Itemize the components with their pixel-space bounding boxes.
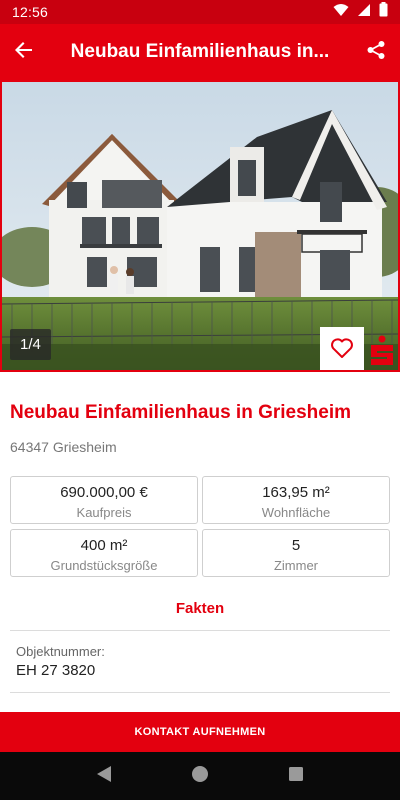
listing-title: Neubau Einfamilienhaus in Griesheim xyxy=(10,402,352,423)
divider xyxy=(10,692,390,693)
signal-icon xyxy=(357,3,371,22)
heart-icon xyxy=(330,337,354,364)
contact-button[interactable]: KONTAKT AUFNEHMEN xyxy=(0,712,400,752)
objektnummer-label: Objektnummer: xyxy=(16,644,105,659)
divider xyxy=(10,630,390,631)
sparkasse-logo-icon xyxy=(364,332,398,370)
fact-zimmer: 5 Zimmer xyxy=(202,529,390,577)
fact-label: Zimmer xyxy=(273,558,319,573)
fact-value: 163,95 m² xyxy=(262,484,330,501)
fact-value: 690.000,00 € xyxy=(60,484,148,501)
section-title-fakten: Fakten xyxy=(175,600,225,617)
fact-wohnflaeche: 163,95 m² Wohnfläche xyxy=(202,476,390,524)
image-gallery[interactable]: 1/4 xyxy=(0,80,400,372)
nav-recents-icon[interactable] xyxy=(288,766,304,787)
wifi-icon xyxy=(333,3,349,22)
battery-icon xyxy=(379,2,388,22)
fact-value: 5 xyxy=(291,537,301,554)
fact-kaufpreis: 690.000,00 € Kaufpreis xyxy=(10,476,198,524)
nav-home-icon[interactable] xyxy=(191,765,209,788)
share-button[interactable] xyxy=(352,24,400,80)
image-counter: 1/4 xyxy=(10,329,51,360)
system-nav-bar xyxy=(0,752,400,800)
status-icons xyxy=(333,2,388,22)
favorite-button[interactable] xyxy=(320,327,364,370)
back-arrow-icon xyxy=(15,41,33,64)
listing-location: 64347 Griesheim xyxy=(10,439,117,455)
status-bar: 12:56 xyxy=(0,0,400,24)
page-title: Neubau Einfamilienhaus in... xyxy=(70,41,330,62)
fact-value: 400 m² xyxy=(80,537,128,554)
nav-back-icon[interactable] xyxy=(96,765,112,788)
fact-grundstuecksgroesse: 400 m² Grundstücksgröße xyxy=(10,529,198,577)
fact-label: Kaufpreis xyxy=(76,505,132,520)
app-bar: Neubau Einfamilienhaus in... xyxy=(0,24,400,80)
fact-label: Wohnfläche xyxy=(261,505,331,520)
fact-label: Grundstücksgröße xyxy=(50,558,158,573)
status-time: 12:56 xyxy=(12,4,49,20)
back-button[interactable] xyxy=(0,24,48,80)
objektnummer-value: EH 27 3820 xyxy=(16,662,96,679)
share-icon xyxy=(366,40,386,65)
